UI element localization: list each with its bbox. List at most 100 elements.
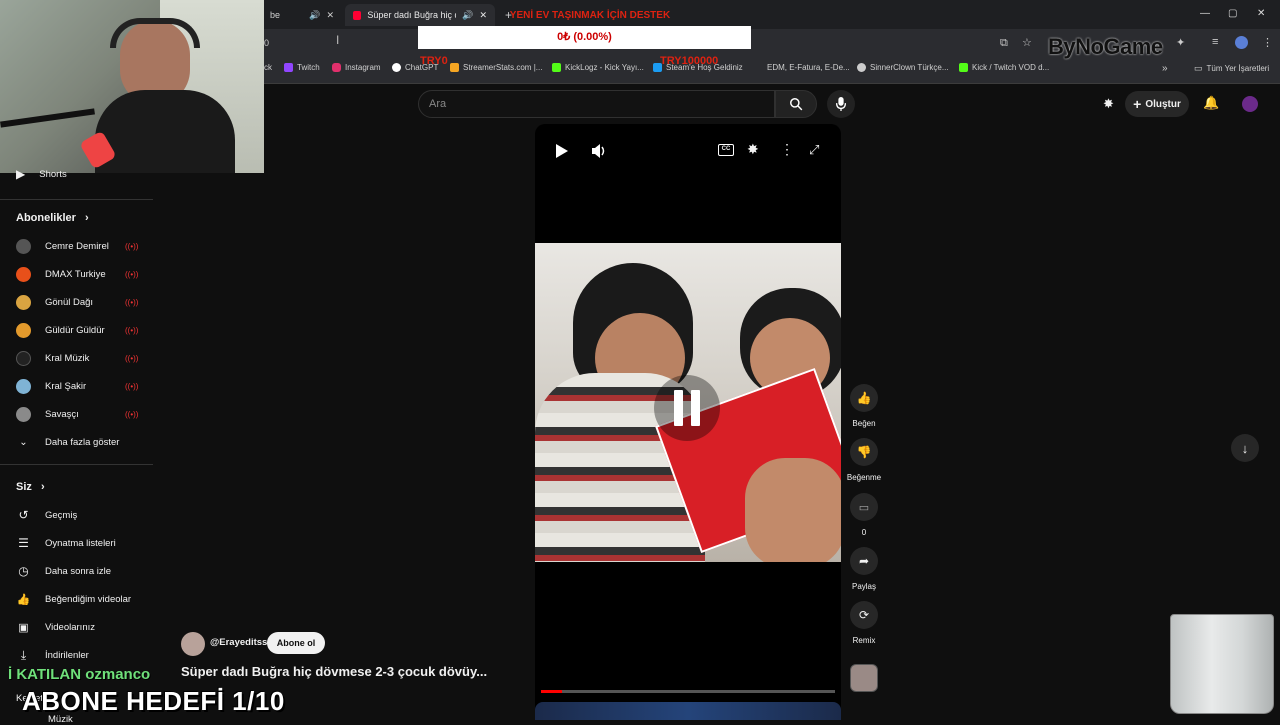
sidebar-item-your-videos[interactable]: ▣ Videolarınız <box>16 616 146 638</box>
bookmark[interactable]: ck <box>264 63 272 72</box>
next-video-button[interactable]: ↓ <box>1231 434 1259 462</box>
thumbs-up-icon: 👍 <box>856 391 872 405</box>
sidebar-subscription[interactable]: Savaşçı ((•)) <box>16 403 146 425</box>
sidebar-subscription[interactable]: Kral Müzik ((•)) <box>16 347 146 369</box>
video-progress-track[interactable] <box>541 690 835 693</box>
search-button[interactable] <box>775 90 817 118</box>
remix-label: Remix <box>852 636 876 645</box>
bookmark[interactable]: SinnerClown Türkçe... <box>857 63 949 72</box>
sidebar-subscription[interactable]: Güldür Güldür ((•)) <box>16 319 146 341</box>
avatar <box>16 322 31 338</box>
goal-max-label: TRY100000 <box>660 55 719 67</box>
search-input[interactable]: Ara <box>418 90 775 118</box>
voice-search-button[interactable] <box>827 90 855 118</box>
audio-thumbnail[interactable] <box>850 664 878 692</box>
pause-overlay-button[interactable] <box>654 375 720 441</box>
sidebar-item-label: Daha fazla göster <box>45 436 120 448</box>
sparkle-icon[interactable]: ✸ <box>747 141 759 158</box>
globe-icon <box>857 63 866 72</box>
comments-button[interactable]: ▭ <box>850 493 878 521</box>
show-more-button[interactable]: ⌄ Daha fazla göster <box>16 431 146 453</box>
subscriptions-heading[interactable]: Abonelikler › <box>16 212 89 224</box>
minimize-icon[interactable]: — <box>1200 8 1210 19</box>
bookmark[interactable]: Twitch <box>284 63 320 72</box>
play-icon <box>556 144 568 158</box>
sidebar-item-label: Daha sonra izle <box>45 565 112 577</box>
bookmark[interactable]: Kick / Twitch VOD d... <box>959 63 1049 72</box>
bookmark[interactable]: StreamerStats.com |... <box>450 63 542 72</box>
fullscreen-icon[interactable]: ⤢ <box>809 142 819 158</box>
search-icon <box>790 98 803 111</box>
sidebar-item-label: Geçmiş <box>45 509 78 521</box>
sidebar-item-label: Savaşçı <box>45 408 79 420</box>
sidebar-item-shorts[interactable]: ▶ Shorts <box>16 163 146 185</box>
captions-icon[interactable]: CC <box>718 144 734 156</box>
sidebar-subscription[interactable]: Gönül Dağı ((•)) <box>16 291 146 313</box>
maximize-icon[interactable]: ▢ <box>1228 8 1237 19</box>
bookmark-label: KickLogz - Kick Yayı... <box>565 63 644 72</box>
like-label: Beğen <box>852 419 876 428</box>
star-icon[interactable]: ☆ <box>1022 36 1032 49</box>
you-heading[interactable]: Siz › <box>16 481 45 493</box>
remix-button[interactable]: ⟳ <box>850 601 878 629</box>
play-button[interactable] <box>555 143 569 164</box>
sidebar-subscription[interactable]: Cemre Demirel ((•)) <box>16 235 146 257</box>
close-icon[interactable]: ✕ <box>479 10 487 21</box>
bookmark[interactable]: Instagram <box>332 63 381 72</box>
share-icon: ➦ <box>858 554 870 568</box>
account-avatar[interactable] <box>1242 96 1258 112</box>
share-label: Paylaş <box>851 582 876 591</box>
subscribe-button[interactable]: Abone ol <box>267 632 325 654</box>
channel-avatar[interactable] <box>181 632 205 656</box>
media-icon[interactable]: ≡ <box>1212 36 1218 48</box>
like-button[interactable]: 👍 <box>850 384 878 412</box>
video-title[interactable]: Süper dadı Buğra hiç dövmese 2-3 çocuk d… <box>181 664 487 679</box>
comments-count: 0 <box>861 528 867 537</box>
close-icon[interactable]: ✕ <box>326 10 334 21</box>
chevron-down-icon: ⌄ <box>19 436 28 448</box>
more-options-icon[interactable]: ⋮ <box>780 141 794 158</box>
browser-tab[interactable]: be 🔊 ✕ <box>262 4 342 26</box>
dislike-button[interactable]: 👎 <box>850 438 878 466</box>
sidebar-item-liked-videos[interactable]: 👍 Beğendiğim videolar <box>16 588 146 610</box>
latest-member-ticker: İ KATILAN ozmanco <box>8 666 151 683</box>
sidebar-item-playlists[interactable]: ☰ Oynatma listeleri <box>16 532 146 554</box>
address-fragment[interactable]: 0 <box>264 38 269 48</box>
more-bookmarks-icon[interactable]: » <box>1162 63 1168 74</box>
instagram-icon <box>332 63 341 72</box>
bookmark[interactable]: KickLogz - Kick Yayı... <box>552 63 644 72</box>
channel-name[interactable]: @Erayeditss <box>210 637 267 648</box>
donation-goal-progress: 0₺ (0.00%) <box>418 26 751 49</box>
volume-button[interactable] <box>591 143 605 164</box>
clock-icon: ◷ <box>18 564 29 578</box>
sidebar-subscription[interactable]: Kral Şakir ((•)) <box>16 375 146 397</box>
folder-icon: ▭ <box>1194 63 1203 73</box>
install-app-icon[interactable]: ⧉ <box>1000 37 1008 50</box>
sidebar-subscription[interactable]: DMAX Turkiye ((•)) <box>16 263 146 285</box>
sidebar-item-label: Oynatma listeleri <box>45 537 116 549</box>
create-button[interactable]: + Oluştur <box>1125 91 1189 117</box>
close-window-icon[interactable]: ✕ <box>1257 8 1265 19</box>
bookmark[interactable]: ▭ Tüm Yer İşaretleri <box>1194 63 1269 74</box>
live-icon: ((•)) <box>125 269 139 279</box>
share-button[interactable]: ➦ <box>850 547 878 575</box>
next-short-preview[interactable] <box>535 702 841 720</box>
streamerstats-icon <box>450 63 459 72</box>
bookmark[interactable]: EDM, E-Fatura, E-De... <box>767 63 850 72</box>
bookmark-label: SinnerClown Türkçe... <box>870 63 949 72</box>
notifications-bell-icon[interactable]: 🔔 <box>1203 95 1219 111</box>
extensions-icon[interactable]: ✦ <box>1176 36 1185 49</box>
remix-icon: ⟳ <box>858 608 870 622</box>
sidebar-item-label: Kral Şakir <box>45 380 87 392</box>
profile-avatar[interactable] <box>1235 36 1248 49</box>
sidebar-item-history[interactable]: ↺ Geçmiş <box>16 504 146 526</box>
menu-icon[interactable]: ⋮ <box>1262 36 1273 49</box>
sidebar-item-label: Cemre Demirel <box>45 240 109 252</box>
sidebar-item-downloads[interactable]: ⤓ İndirilenler <box>16 644 146 666</box>
browser-tab-active[interactable]: Süper dadı Buğra hiç dövme 🔊 ✕ <box>345 4 495 26</box>
sidebar-item-label: Shorts <box>39 168 67 180</box>
live-icon: ((•)) <box>125 409 139 419</box>
chatgpt-icon <box>392 63 401 72</box>
gemini-sparkle-icon[interactable]: ✸ <box>1103 96 1114 112</box>
sidebar-item-watch-later[interactable]: ◷ Daha sonra izle <box>16 560 146 582</box>
